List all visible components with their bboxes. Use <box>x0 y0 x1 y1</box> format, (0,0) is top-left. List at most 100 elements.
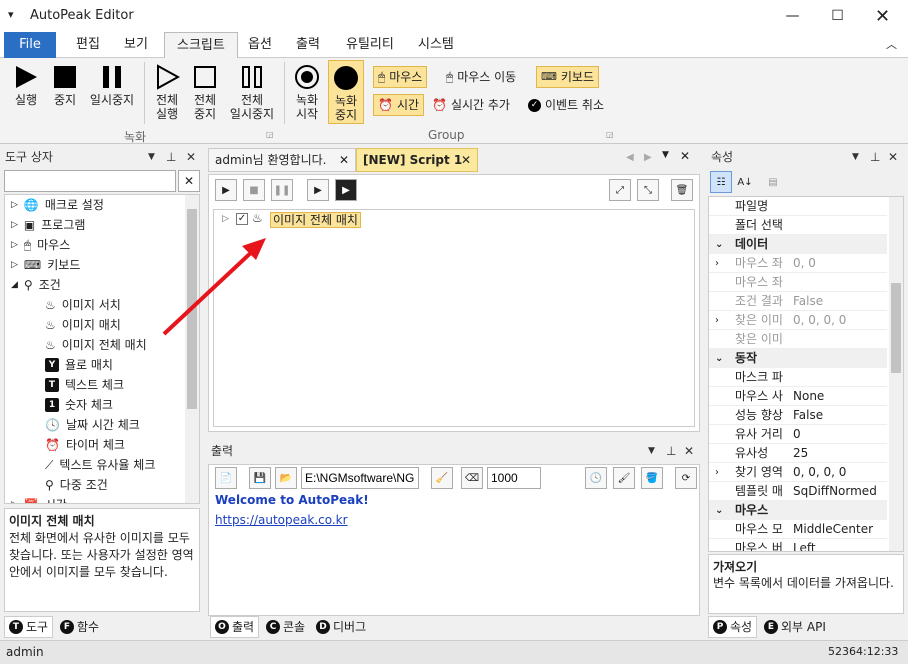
close-icon[interactable]: ✕ <box>186 146 196 168</box>
categorized-icon[interactable]: ☷ <box>710 171 732 193</box>
pin-icon[interactable]: ⊥ <box>870 146 880 168</box>
scroll-right-icon[interactable]: ▶ <box>644 152 652 163</box>
tree-item-image-search[interactable]: ♨ 이미지 서치 <box>45 295 121 315</box>
tab-output[interactable]: 출력 <box>284 32 332 58</box>
tree-item-multi-condition[interactable]: ⚲ 다중 조건 <box>45 475 108 495</box>
property-row[interactable]: 유사성 25 <box>709 444 887 463</box>
tab-console[interactable]: C 콘솔 <box>262 616 309 638</box>
tab-tool[interactable]: T 도구 <box>4 616 54 638</box>
tab-edit[interactable]: 편집 <box>64 32 112 58</box>
scroll-left-icon[interactable]: ◀ <box>626 152 634 163</box>
property-row[interactable]: 템플릿 매 SqDiffNormed <box>709 482 887 501</box>
pause-all-button[interactable]: 전체 일시중지 <box>226 64 278 121</box>
collapse-ribbon-icon[interactable]: ︿ <box>886 36 897 52</box>
system-menu-icon[interactable]: ▾ <box>8 8 14 21</box>
run-all-button[interactable]: 전체 실행 <box>150 64 184 121</box>
tab-system[interactable]: 시스템 <box>406 32 466 58</box>
eraser-icon[interactable]: ⌫ <box>461 467 483 489</box>
dropdown-icon[interactable]: ▼ <box>852 146 859 168</box>
cancel-event-button[interactable]: ✓ 이벤트 취소 <box>528 94 604 116</box>
property-category[interactable]: ⌄ 동작 <box>709 349 887 368</box>
tree-item-image-full-match[interactable]: ♨ 이미지 전체 매치 <box>45 335 147 355</box>
record-stop-button[interactable]: 녹화 중지 <box>328 60 364 124</box>
minimize-button[interactable]: — <box>770 0 815 32</box>
dropdown-icon[interactable]: ▼ <box>148 146 155 168</box>
tab-debug[interactable]: D 디버그 <box>312 616 370 638</box>
scrollbar-thumb[interactable] <box>891 283 901 373</box>
clock-icon[interactable]: 🕓 <box>585 467 607 489</box>
pin-icon[interactable]: ⊥ <box>666 440 676 462</box>
paint-bucket-icon[interactable]: 🪣 <box>641 467 663 489</box>
tab-output-panel[interactable]: O 출력 <box>210 616 260 638</box>
dialog-launcher-icon[interactable]: ◲ <box>266 130 274 139</box>
tree-item-text-check[interactable]: T 텍스트 체크 <box>45 375 124 395</box>
property-row[interactable]: 마우스 모 MiddleCenter <box>709 520 887 539</box>
property-row[interactable]: › 찾은 이미 0, 0, 0, 0 <box>709 311 887 330</box>
tab-script1[interactable]: [NEW] Script 1 ✕ <box>356 148 478 172</box>
run-script-button[interactable]: ▶ <box>215 179 237 201</box>
alphabetical-icon[interactable]: A↓ <box>734 171 756 193</box>
clear-brush-icon[interactable]: 🧹 <box>431 467 453 489</box>
tree-item-image-match[interactable]: ♨ 이미지 매치 <box>45 315 121 335</box>
tab-utility[interactable]: 유틸리티 <box>334 32 406 58</box>
record-mouse-toggle[interactable]: 🖱 마우스 <box>373 66 428 88</box>
pause-button[interactable]: 일시중지 <box>86 64 138 107</box>
property-scrollbar[interactable] <box>889 197 903 551</box>
record-time-toggle[interactable]: ⏰ 시간 <box>373 94 425 116</box>
property-row[interactable]: › 마우스 좌 0, 0 <box>709 254 887 273</box>
tree-item-program[interactable]: ▷ ▣ 프로그램 <box>11 215 85 235</box>
property-row[interactable]: 파일명 <box>709 197 887 216</box>
tab-welcome[interactable]: admin님 환영합니다. ✕ <box>208 148 356 172</box>
dropdown-icon[interactable]: ▼ <box>662 150 669 160</box>
close-tab-icon[interactable]: ✕ <box>461 149 471 171</box>
tree-item-mouse[interactable]: ▷ 🖱 마우스 <box>11 235 70 255</box>
close-icon[interactable]: ✕ <box>680 149 690 163</box>
close-button[interactable]: ✕ <box>860 0 905 32</box>
log-path-input[interactable] <box>301 467 419 489</box>
tree-item-condition[interactable]: ◢ ⚲ 조건 <box>11 275 61 295</box>
property-row[interactable]: 마우스 좌 <box>709 273 887 292</box>
property-row[interactable]: 찾은 이미 <box>709 330 887 349</box>
record-start-button[interactable]: 녹화 시작 <box>290 64 324 121</box>
tab-options[interactable]: 옵션 <box>236 32 284 58</box>
tree-item-text-similarity[interactable]: ⟋ 텍스트 유사율 체크 <box>45 455 155 475</box>
max-lines-input[interactable] <box>487 467 541 489</box>
tree-item-timer-check[interactable]: ⏰ 타이머 체크 <box>45 435 125 455</box>
dropdown-icon[interactable]: ▼ <box>648 440 655 462</box>
tree-item-keyboard[interactable]: ▷ ⌨ 키보드 <box>11 255 80 275</box>
expand-all-icon[interactable]: ⤢ <box>609 179 631 201</box>
close-icon[interactable]: ✕ <box>684 440 694 462</box>
close-icon[interactable]: ✕ <box>888 146 898 168</box>
property-row[interactable]: 마우스 버 Left <box>709 539 887 551</box>
maximize-button[interactable]: ☐ <box>815 0 860 32</box>
toolbox-search-input[interactable] <box>4 170 176 192</box>
new-log-icon[interactable]: 📄 <box>215 467 237 489</box>
property-row[interactable]: 마우스 사 None <box>709 387 887 406</box>
property-category[interactable]: ⌄ 데이터 <box>709 235 887 254</box>
brush-icon[interactable]: 🖌 <box>613 467 635 489</box>
pause-script-button[interactable]: ❚❚ <box>271 179 293 201</box>
tab-external-api[interactable]: E 외부 API <box>760 616 830 638</box>
tab-script[interactable]: 스크립트 <box>164 32 238 59</box>
stop-all-button[interactable]: 전체 중지 <box>188 64 222 121</box>
folder-icon[interactable]: 📂 <box>275 467 297 489</box>
collapse-all-icon[interactable]: ⤡ <box>637 179 659 201</box>
property-category[interactable]: ⌄ 마우스 <box>709 501 887 520</box>
tree-item-macro-settings[interactable]: ▷ 🌐 매크로 설정 <box>11 195 104 215</box>
tab-function[interactable]: F 함수 <box>56 616 103 638</box>
run-button[interactable]: 실행 <box>8 64 44 107</box>
property-row[interactable]: 유사 거리 0 <box>709 425 887 444</box>
website-link[interactable]: https://autopeak.co.kr <box>215 513 348 527</box>
mouse-move-toggle[interactable]: 🖱 마우스 이동 <box>446 66 516 88</box>
add-realtime-button[interactable]: ⏰ 실시간 추가 <box>432 94 510 116</box>
tree-item-yolo-match[interactable]: Y 욜로 매치 <box>45 355 113 375</box>
tree-item-number-check[interactable]: 1 숫자 체크 <box>45 395 113 415</box>
property-row[interactable]: 조건 결과 False <box>709 292 887 311</box>
node-checkbox[interactable]: ✓ <box>236 213 248 225</box>
stop-script-button[interactable]: ■ <box>243 179 265 201</box>
script-node-label[interactable]: 이미지 전체 매치 <box>270 212 361 228</box>
clear-search-button[interactable]: ✕ <box>178 170 200 192</box>
tab-view[interactable]: 보기 <box>112 32 160 58</box>
file-tab[interactable]: File <box>4 32 56 58</box>
tree-item-time[interactable]: ▷📅시간 <box>11 495 67 503</box>
